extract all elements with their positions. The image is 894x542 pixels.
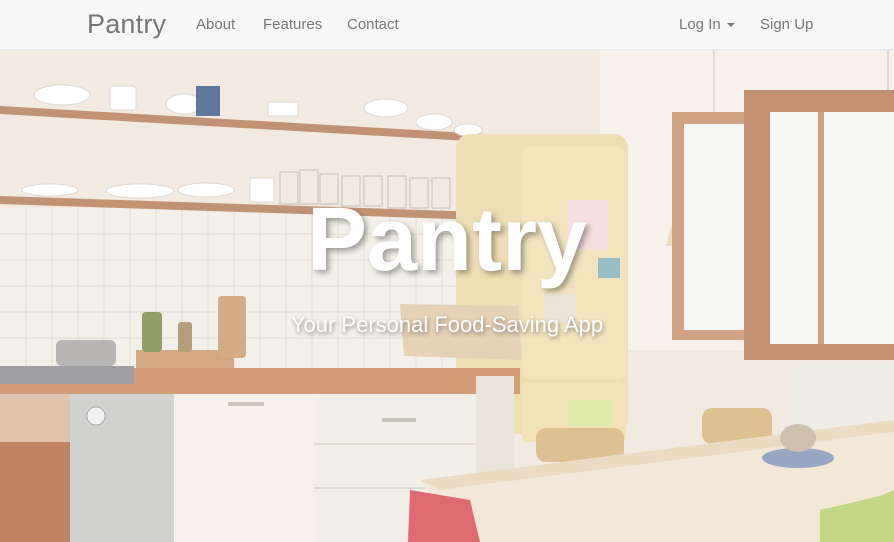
nav-link-contact[interactable]: Contact <box>347 16 399 33</box>
login-dropdown-toggle[interactable]: Log In <box>679 16 735 33</box>
nav-link-features[interactable]: Features <box>263 16 322 33</box>
nav-link-about[interactable]: About <box>196 16 235 33</box>
brand-logo-link[interactable]: Pantry <box>87 9 166 40</box>
hero-title: Pantry <box>306 190 588 290</box>
caret-down-icon <box>726 23 735 28</box>
kitchen-background-image <box>0 50 894 542</box>
hero-section: Pantry Your Personal Food-Saving App <box>0 50 894 542</box>
hero-subtitle: Your Personal Food-Saving App <box>290 312 604 337</box>
signup-link[interactable]: Sign Up <box>760 16 813 33</box>
navbar: Pantry About Features Contact Log In Sig… <box>0 0 894 50</box>
login-label: Log In <box>679 16 721 33</box>
